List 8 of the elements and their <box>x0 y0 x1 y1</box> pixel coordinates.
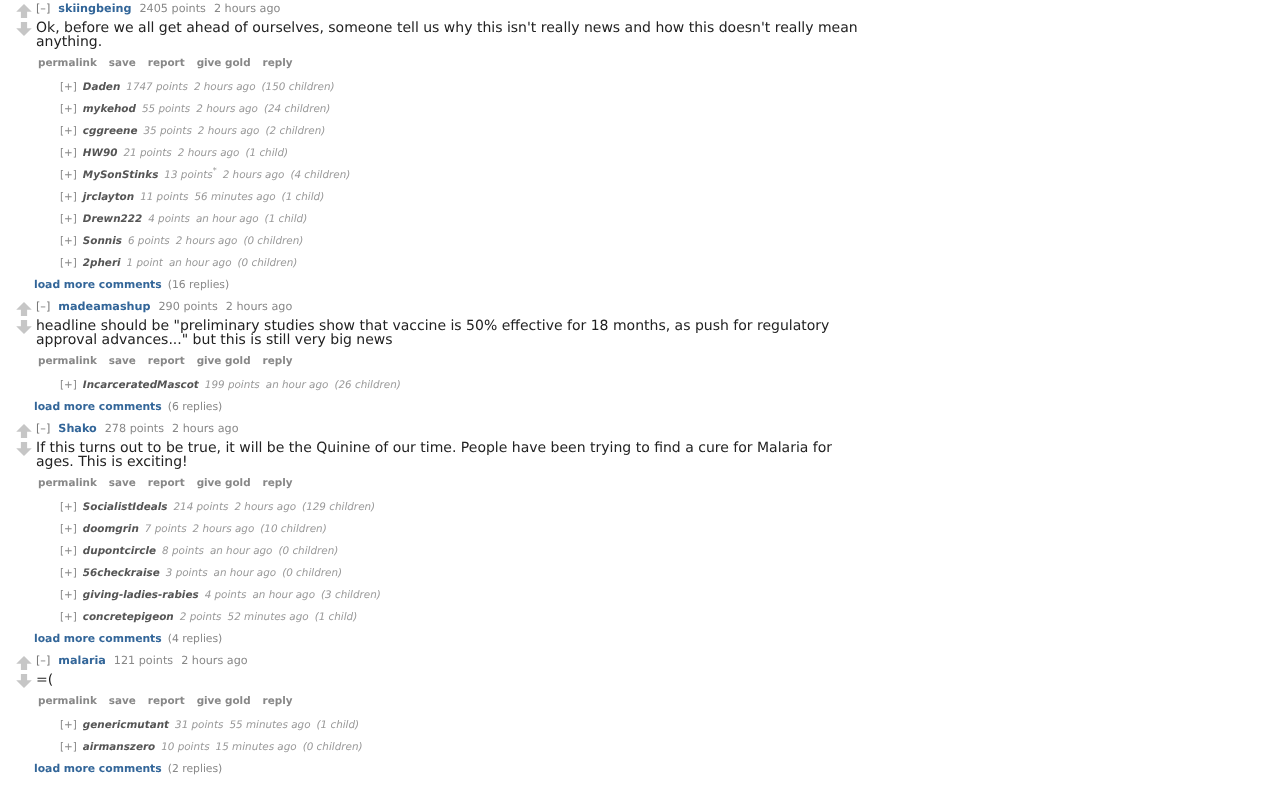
downvote-arrow-icon[interactable] <box>16 674 32 688</box>
upvote-arrow-icon[interactable] <box>16 424 32 438</box>
downvote-arrow-icon[interactable] <box>16 320 32 334</box>
upvote-arrow-icon[interactable] <box>16 656 32 670</box>
downvote-arrow-icon[interactable] <box>16 22 32 36</box>
upvote-arrow-icon[interactable] <box>16 4 32 18</box>
upvote-arrow-icon[interactable] <box>16 302 32 316</box>
downvote-arrow-icon[interactable] <box>16 442 32 456</box>
